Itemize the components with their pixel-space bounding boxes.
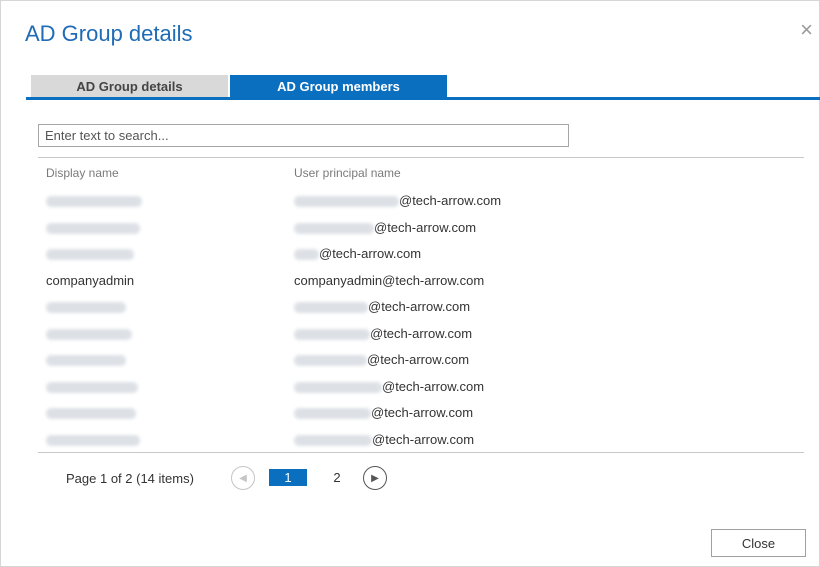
redacted-text xyxy=(46,381,138,393)
upn-cell: @tech-arrow.com xyxy=(294,352,469,367)
display-name-cell xyxy=(46,432,140,447)
table-row[interactable]: @tech-arrow.com xyxy=(1,401,820,428)
upn-cell: @tech-arrow.com xyxy=(294,432,474,447)
display-name-cell: companyadmin xyxy=(46,272,135,288)
redacted-text xyxy=(294,434,372,446)
redacted-text xyxy=(294,408,371,420)
redacted-text xyxy=(46,222,140,234)
tab-ad-group-details[interactable]: AD Group details xyxy=(31,75,228,97)
table-row[interactable]: @tech-arrow.com xyxy=(1,216,820,243)
upn-cell: @tech-arrow.com xyxy=(294,405,473,420)
display-name-cell xyxy=(46,193,142,208)
chevron-left-icon: ◀ xyxy=(239,472,247,484)
table-row[interactable]: @tech-arrow.com xyxy=(1,348,820,375)
redacted-text xyxy=(294,381,382,393)
display-name-cell xyxy=(46,326,132,341)
redacted-text xyxy=(294,222,374,234)
chevron-right-icon: ▶ xyxy=(371,472,379,484)
table-divider-top xyxy=(38,157,804,158)
display-name-cell xyxy=(46,352,126,367)
dialog-title: AD Group details xyxy=(25,21,193,46)
upn-cell: @tech-arrow.com xyxy=(294,246,421,261)
display-name-cell xyxy=(46,246,134,261)
redacted-text xyxy=(294,196,399,208)
redacted-text xyxy=(46,249,134,261)
upn-cell: @tech-arrow.com xyxy=(294,299,470,314)
close-button[interactable]: Close xyxy=(711,529,806,557)
display-name-cell xyxy=(46,220,140,235)
ad-group-dialog: AD Group details × AD Group details AD G… xyxy=(0,0,820,567)
search-input[interactable] xyxy=(38,124,569,147)
column-header-display-name[interactable]: Display name xyxy=(46,166,119,180)
redacted-text xyxy=(46,434,140,446)
redacted-text xyxy=(46,196,142,208)
redacted-text xyxy=(46,328,132,340)
upn-cell: companyadmin@tech-arrow.com xyxy=(294,272,485,288)
display-name-cell xyxy=(46,299,126,314)
page-1-button[interactable]: 1 xyxy=(269,469,307,486)
redacted-text xyxy=(294,355,367,367)
tab-ad-group-members[interactable]: AD Group members xyxy=(230,75,447,97)
redacted-text xyxy=(46,302,126,314)
redacted-text xyxy=(294,302,368,314)
redacted-text xyxy=(294,328,370,340)
tab-bar: AD Group details AD Group members xyxy=(31,75,447,97)
table-divider-bottom xyxy=(38,452,804,453)
upn-cell: @tech-arrow.com xyxy=(294,193,501,208)
upn-cell: @tech-arrow.com xyxy=(294,220,476,235)
table-row[interactable]: @tech-arrow.com xyxy=(1,295,820,322)
upn-cell: @tech-arrow.com xyxy=(294,379,484,394)
page-2-button[interactable]: 2 xyxy=(329,469,345,486)
table-row[interactable]: @tech-arrow.com xyxy=(1,322,820,349)
members-table-body: @tech-arrow.com @tech-arrow.com @tech-ar… xyxy=(1,189,820,454)
display-name-cell xyxy=(46,379,138,394)
table-row[interactable]: companyadmin companyadmin@tech-arrow.com xyxy=(1,269,820,296)
redacted-text xyxy=(294,249,319,261)
upn-cell: @tech-arrow.com xyxy=(294,326,472,341)
redacted-text xyxy=(46,408,136,420)
pager-next-button[interactable]: ▶ xyxy=(363,466,387,490)
tab-underline xyxy=(26,97,820,100)
table-row[interactable]: @tech-arrow.com xyxy=(1,375,820,402)
display-name-cell xyxy=(46,405,136,420)
pager-prev-button[interactable]: ◀ xyxy=(231,466,255,490)
close-icon[interactable]: × xyxy=(800,19,813,41)
column-header-upn[interactable]: User principal name xyxy=(294,166,401,180)
pager-info: Page 1 of 2 (14 items) xyxy=(66,471,194,486)
table-row[interactable]: @tech-arrow.com xyxy=(1,242,820,269)
table-row[interactable]: @tech-arrow.com xyxy=(1,428,820,455)
table-row[interactable]: @tech-arrow.com xyxy=(1,189,820,216)
redacted-text xyxy=(46,355,126,367)
